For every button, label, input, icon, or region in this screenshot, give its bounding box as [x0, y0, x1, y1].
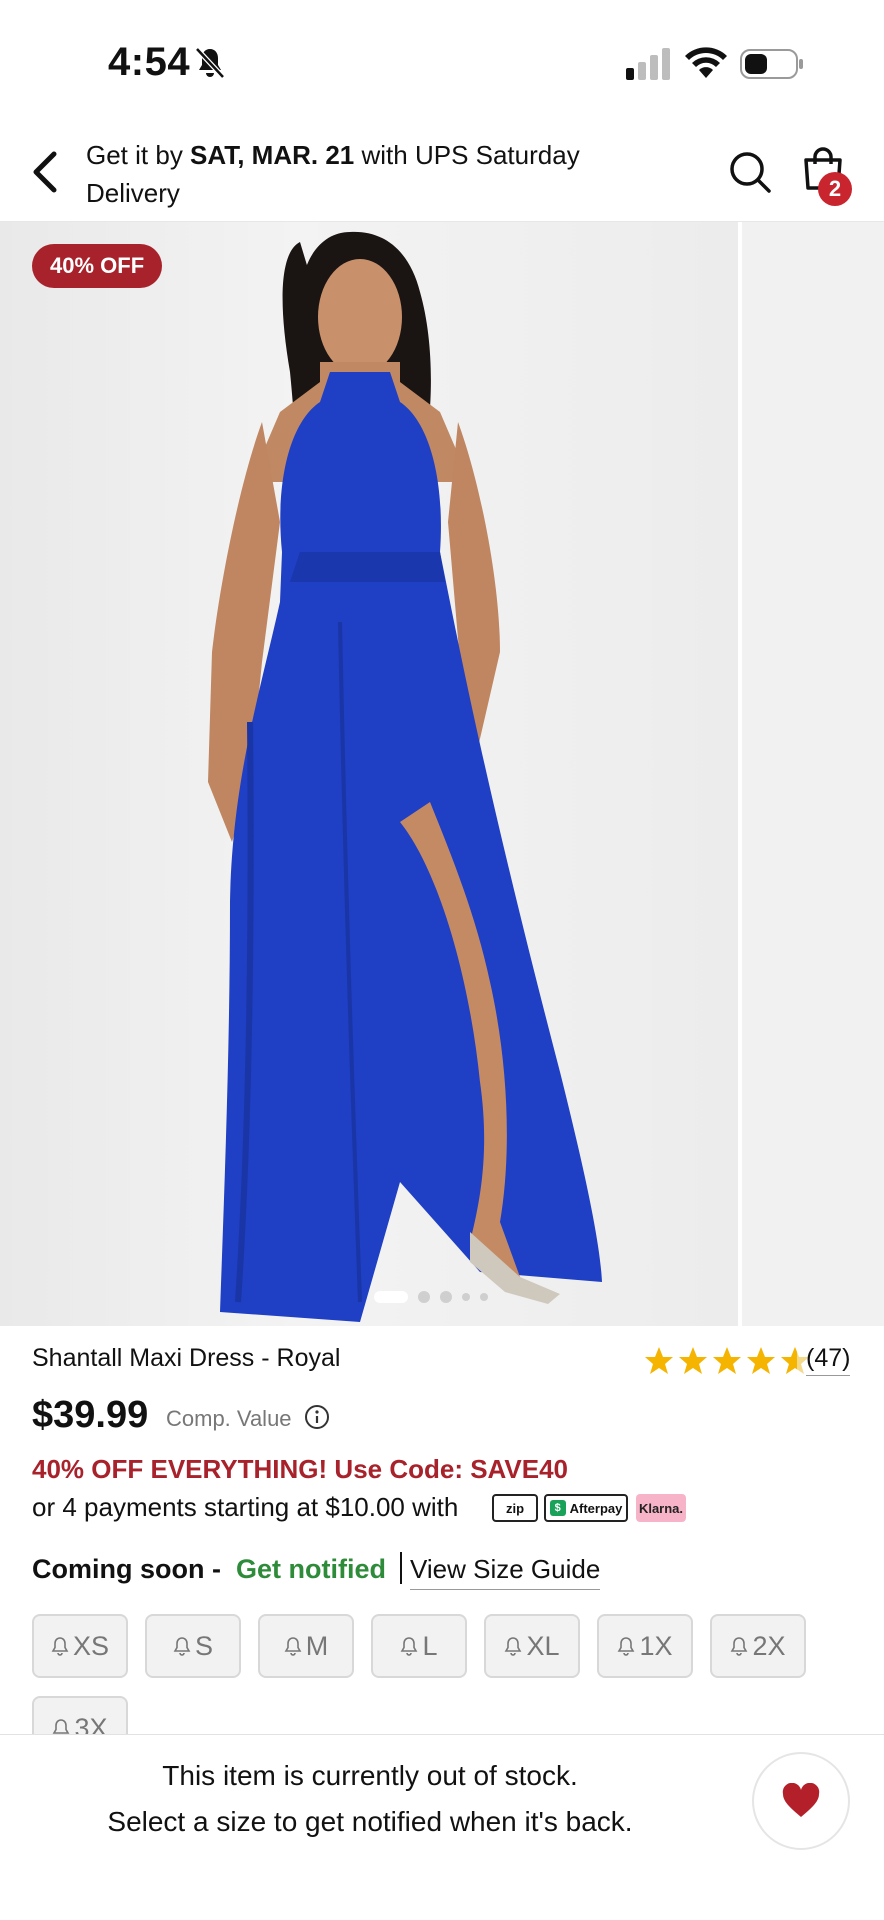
- size-label: XS: [72, 1630, 110, 1661]
- size-option-m[interactable]: M: [258, 1614, 354, 1678]
- review-count-link[interactable]: (47): [806, 1344, 851, 1376]
- size-label: M: [305, 1630, 329, 1661]
- bell-icon: [51, 1637, 69, 1656]
- size-option-2x[interactable]: 2X: [710, 1614, 806, 1678]
- bell-icon: [401, 1637, 418, 1656]
- bell-icon: [618, 1637, 635, 1656]
- status-time: 4:54: [108, 40, 191, 84]
- status-bar: 4:54: [0, 0, 884, 120]
- afterpay-logo[interactable]: $ Afterpay: [544, 1494, 628, 1522]
- get-notified-link[interactable]: Get notified: [236, 1554, 386, 1585]
- next-product-photo[interactable]: [742, 222, 884, 1326]
- size-option-l[interactable]: L: [371, 1614, 467, 1678]
- star-full-icon: [679, 1347, 707, 1374]
- search-icon[interactable]: [728, 150, 772, 194]
- notify-instruction: Select a size to get notified when it's …: [107, 1806, 633, 1837]
- star-rating[interactable]: [644, 1346, 810, 1376]
- promo-code-text: 40% OFF EVERYTHING! Use Code: SAVE40: [32, 1454, 569, 1484]
- info-icon[interactable]: [304, 1404, 330, 1430]
- delivery-prefix: Get it by: [86, 140, 191, 170]
- size-label: 1X: [639, 1630, 673, 1661]
- wifi-icon: [685, 47, 727, 78]
- product-photo[interactable]: [0, 222, 738, 1326]
- wishlist-button[interactable]: [752, 1752, 850, 1850]
- comp-value-label: Comp. Value: [166, 1406, 292, 1431]
- bell-icon: [731, 1637, 748, 1656]
- pagination-dot[interactable]: [374, 1291, 408, 1303]
- size-option-1x[interactable]: 1X: [597, 1614, 693, 1678]
- product-price: $39.99: [32, 1394, 149, 1436]
- pagination-dot[interactable]: [462, 1293, 470, 1301]
- installment-text: or 4 payments starting at $10.00 with: [32, 1492, 459, 1522]
- pagination-dot[interactable]: [480, 1293, 488, 1301]
- battery-icon: [740, 49, 803, 79]
- size-label: 2X: [752, 1630, 786, 1661]
- size-option-xl[interactable]: XL: [484, 1614, 580, 1678]
- delivery-estimate: Get it by SAT, MAR. 21 with UPS Saturday…: [86, 136, 646, 212]
- bell-icon: [505, 1637, 522, 1656]
- cart-count-badge: 2: [818, 172, 852, 206]
- size-label: L: [422, 1630, 438, 1661]
- star-full-icon: [645, 1347, 673, 1374]
- back-arrow-icon[interactable]: [26, 148, 66, 196]
- availability-status: Coming soon -: [32, 1554, 221, 1584]
- model-in-dress-image: [208, 231, 602, 1322]
- size-guide-link[interactable]: View Size Guide: [410, 1554, 601, 1590]
- klarna-logo[interactable]: Klarna.: [636, 1494, 686, 1522]
- star-full-icon: [713, 1347, 741, 1374]
- size-option-xs[interactable]: XS: [32, 1614, 128, 1678]
- cellular-signal-icon: [626, 48, 670, 80]
- discount-badge: 40% OFF: [32, 244, 163, 288]
- size-label: S: [194, 1630, 213, 1661]
- bell-off-icon: [195, 47, 225, 79]
- delivery-date: SAT, MAR. 21: [190, 140, 355, 170]
- size-option-s[interactable]: S: [145, 1614, 241, 1678]
- bell-icon: [173, 1637, 191, 1656]
- product-title: Shantall Maxi Dress - Royal: [32, 1344, 341, 1372]
- out-of-stock-message: This item is currently out of stock.: [162, 1760, 578, 1791]
- pagination-dot[interactable]: [440, 1291, 452, 1303]
- afterpay-label: Afterpay: [569, 1500, 623, 1516]
- pagination-dot[interactable]: [418, 1291, 430, 1303]
- bell-icon: [284, 1637, 302, 1656]
- star-full-icon: [747, 1347, 775, 1374]
- divider: [400, 1552, 402, 1584]
- zip-logo[interactable]: zip: [492, 1494, 538, 1522]
- gallery-pagination[interactable]: [374, 1290, 488, 1304]
- size-label: XL: [526, 1630, 560, 1661]
- heart-icon: [782, 1783, 820, 1817]
- product-image-gallery[interactable]: [0, 222, 884, 1326]
- cash-app-icon: $: [549, 1500, 566, 1516]
